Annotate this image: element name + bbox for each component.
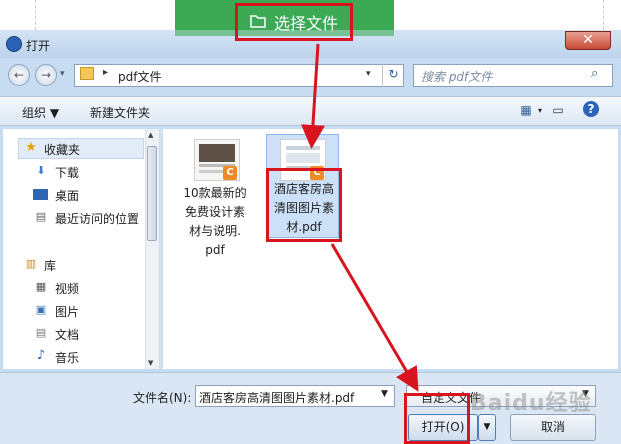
pane-splitter[interactable] [160,129,162,369]
download-icon: ⬇ [36,164,46,177]
app-icon [6,36,22,52]
cancel-button[interactable]: 取消 [510,414,596,441]
highlight-box [404,393,470,444]
filename-value: 酒店客房高清图图片素材.pdf [199,391,355,405]
music-icon: ♪ [36,348,46,363]
nav-item-pictures[interactable]: 图片 [55,303,79,320]
nav-favorites[interactable]: 收藏夹 [44,141,80,158]
nav-item-videos[interactable]: 视频 [55,280,79,297]
breadcrumb-pdf-folder[interactable]: pdf文件 [118,68,161,85]
pdf-badge-icon: C [223,166,237,180]
pictures-icon: ▣ [35,303,47,316]
new-folder-button[interactable]: 新建文件夹 [90,104,150,121]
desktop-icon [33,189,48,200]
window-title: 打开 [26,39,51,53]
filename-dropdown-icon[interactable]: ▼ [381,389,388,399]
navigation-pane [3,129,159,369]
filename-label: 文件名(N): [133,391,192,405]
back-button[interactable]: ← [8,64,30,86]
divider [35,0,36,30]
organize-button[interactable]: 组织 ▼ [22,104,59,121]
file-name[interactable]: 10款最新的 免费设计素 材与说明. pdf [180,184,250,260]
nav-item-desktop[interactable]: 桌面 [55,187,79,204]
watermark: Baidu经验 [470,391,592,416]
search-placeholder: 搜索 pdf文件 [421,70,493,84]
address-dropdown-icon[interactable]: ▾ [366,69,371,79]
scroll-down-icon[interactable]: ▼ [148,359,153,367]
divider [603,0,604,30]
nav-item-downloads[interactable]: 下载 [55,164,79,181]
folder-icon [80,67,94,80]
scrollbar-thumb[interactable] [147,146,157,241]
highlight-box [266,168,342,242]
search-icon[interactable]: ⌕ [591,66,598,81]
nav-item-documents[interactable]: 文档 [55,326,79,343]
choose-file-label: 选择文件 [273,14,338,33]
scroll-up-icon[interactable]: ▲ [148,131,153,139]
history-dropdown-icon[interactable]: ▾ [60,69,65,79]
recent-places-icon: ▤ [35,210,47,223]
open-dropdown-button[interactable]: ▼ [478,414,496,441]
view-dropdown-icon[interactable]: ▾ [538,106,542,115]
documents-icon: ▤ [35,326,47,339]
help-icon[interactable]: ? [583,101,599,117]
nav-item-music[interactable]: 音乐 [55,349,79,366]
close-button[interactable]: ✕ [565,31,611,50]
star-icon: ★ [25,140,37,155]
choose-file-button[interactable]: 选择文件 [235,3,353,41]
folder-icon [250,13,266,32]
video-icon: ▦ [35,280,47,293]
nav-item-recent[interactable]: 最近访问的位置 [55,210,139,227]
breadcrumb-arrow-icon[interactable]: ▸ [103,67,108,78]
library-icon: ▥ [25,257,37,270]
preview-pane-icon[interactable]: ▭ [549,101,567,119]
forward-button[interactable]: → [35,64,57,86]
nav-libraries[interactable]: 库 [44,257,56,274]
view-options-icon[interactable]: ▦ [517,101,535,119]
refresh-button[interactable]: ↻ [382,64,404,87]
